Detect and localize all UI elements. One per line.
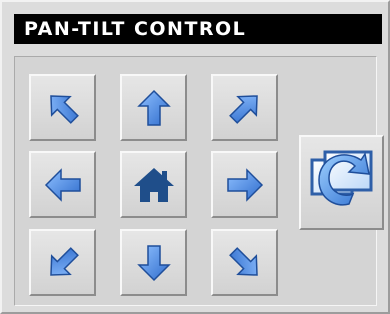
- tilt-up-button[interactable]: [120, 74, 187, 141]
- pan-down-left-button[interactable]: [29, 229, 96, 296]
- pan-up-right-button[interactable]: [211, 74, 278, 141]
- refresh-icon: [310, 150, 372, 206]
- arrow-right-icon: [226, 167, 263, 202]
- arrow-up-left-icon: [49, 94, 79, 124]
- arrow-down-icon: [136, 244, 171, 281]
- arrow-left-icon: [44, 167, 81, 202]
- arrow-down-right-icon: [228, 246, 258, 276]
- pan-up-left-button[interactable]: [29, 74, 96, 141]
- pan-left-button[interactable]: [29, 151, 96, 218]
- arrow-down-left-icon: [49, 246, 79, 276]
- tilt-down-button[interactable]: [120, 229, 187, 296]
- panel-title: PAN-TILT CONTROL: [14, 14, 382, 44]
- arrow-up-right-icon: [228, 94, 258, 124]
- pan-tilt-panel: PAN-TILT CONTROL: [0, 0, 390, 314]
- home-icon: [133, 167, 174, 202]
- pan-right-button[interactable]: [211, 151, 278, 218]
- home-button[interactable]: [120, 151, 187, 218]
- refresh-button[interactable]: [299, 135, 384, 230]
- pan-down-right-button[interactable]: [211, 229, 278, 296]
- arrow-up-icon: [136, 89, 171, 126]
